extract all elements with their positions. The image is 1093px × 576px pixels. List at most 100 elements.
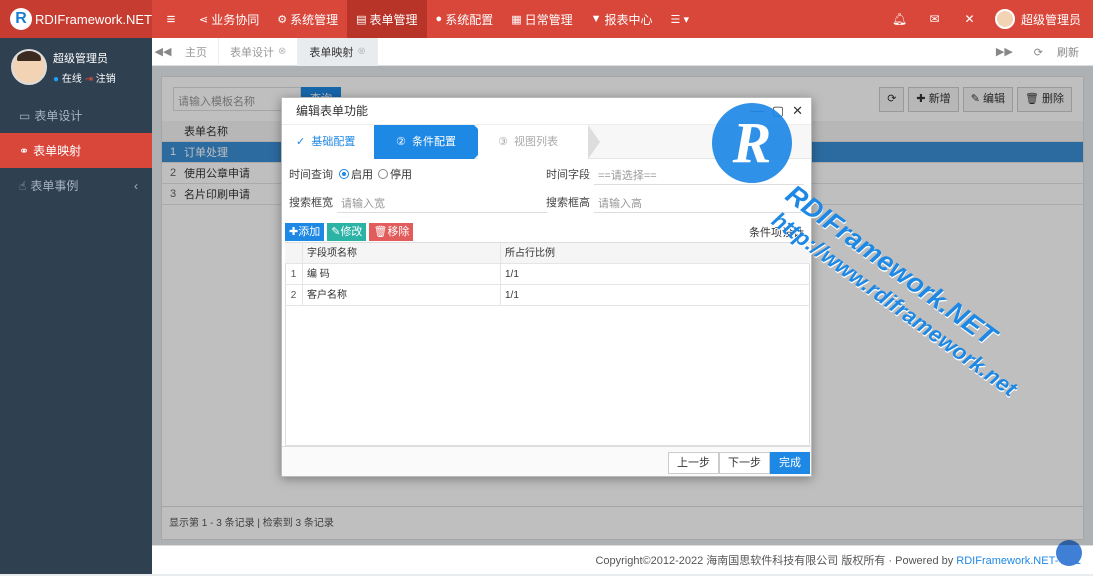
nav-item-more[interactable]: ☰ ▾ bbox=[662, 0, 701, 38]
user-menu[interactable]: 超级管理员 bbox=[987, 9, 1093, 29]
search-height-label: 搜索框高 bbox=[546, 197, 590, 209]
avatar bbox=[994, 9, 1015, 29]
refresh-button[interactable]: ⟳ 刷新 bbox=[1020, 44, 1093, 60]
form-icon: ▤ bbox=[356, 13, 367, 26]
filter-icon: ▼ bbox=[590, 13, 602, 25]
expand-icon[interactable]: ✕ bbox=[952, 12, 987, 26]
search-width-label: 搜索框宽 bbox=[289, 197, 333, 209]
condition-design-label: 条件项设计 bbox=[749, 226, 804, 239]
grid-header: 字段项名称 所占行比例 bbox=[285, 242, 810, 264]
field-name: 编 码 bbox=[303, 263, 501, 285]
sidebar-item-label: 表单事例 bbox=[30, 179, 79, 193]
tab-home[interactable]: 主页 bbox=[174, 37, 219, 66]
online-dot-icon: ● bbox=[53, 73, 60, 85]
next-button[interactable]: 下一步 bbox=[719, 452, 770, 474]
app-name: RDIFramework.NET bbox=[34, 11, 152, 27]
sidebar-item-form-design[interactable]: ▭ 表单设计 bbox=[0, 98, 152, 133]
close-icon[interactable]: ⊗ bbox=[278, 46, 286, 57]
tab-form-design[interactable]: 表单设计 ⊗ bbox=[219, 37, 299, 66]
search-height-row: 搜索框高 请输入高 bbox=[546, 191, 804, 213]
envelope-icon[interactable]: ✉ bbox=[917, 12, 952, 26]
condition-toolbar: ✚添加 ✎修改 🗑︎移除 条件项设计 bbox=[285, 221, 810, 243]
remove-condition-button[interactable]: 🗑︎移除 bbox=[369, 222, 414, 241]
tab-form-mapping[interactable]: 表单映射 ⊗ bbox=[298, 37, 378, 66]
check-circle-icon: ✓ bbox=[296, 136, 306, 148]
dialog-footer: 上一步 下一步 完成 bbox=[282, 446, 811, 476]
nav-item-label: 报表中心 bbox=[604, 12, 653, 27]
refresh-icon: ⟳ bbox=[1033, 46, 1043, 59]
top-right-tools: 🔔︎ ✉ ✕ 超级管理员 bbox=[882, 0, 1093, 38]
table-row[interactable]: 2 客户名称 1/1 bbox=[285, 284, 810, 306]
step-view-list[interactable]: ③ 视图列表 bbox=[478, 125, 600, 159]
nav-item-system[interactable]: ⚙ 系统管理 bbox=[268, 0, 347, 38]
search-width-input[interactable]: 请输入宽 bbox=[337, 191, 547, 213]
row-ratio: 1/1 bbox=[505, 268, 519, 280]
logout-link[interactable]: 注销 bbox=[96, 74, 116, 85]
step-label: 条件配置 bbox=[412, 136, 456, 148]
enable-label: 启用 bbox=[351, 169, 373, 181]
calendar-icon: ▦ bbox=[511, 13, 522, 26]
tab-label: 表单映射 bbox=[309, 46, 354, 59]
disable-radio[interactable] bbox=[378, 169, 388, 179]
app-logo[interactable]: R RDIFramework.NET bbox=[0, 0, 152, 38]
tab-label: 主页 bbox=[185, 46, 207, 59]
profile-name: 超级管理员 bbox=[53, 52, 108, 65]
nav-item-forms[interactable]: ▤ 表单管理 bbox=[347, 0, 427, 38]
sidebar-item-form-mapping[interactable]: ⚭ 表单映射 bbox=[0, 133, 152, 168]
prev-button[interactable]: 上一步 bbox=[668, 452, 719, 474]
time-field-label: 时间字段 bbox=[546, 169, 590, 181]
form-icon: ▭ bbox=[19, 108, 31, 123]
thumbs-up-icon: ☝ bbox=[19, 178, 27, 193]
copyright-text: Copyright©2012-2022 海南国思软件科技有限公司 版权所有 · … bbox=[595, 555, 957, 567]
minimize-icon[interactable]: — bbox=[751, 103, 764, 119]
add-condition-button[interactable]: ✚添加 bbox=[285, 222, 325, 241]
time-field-select[interactable]: ==请选择== bbox=[594, 163, 804, 185]
dot-icon: ● bbox=[435, 13, 443, 25]
edit-form-dialog: 编辑表单功能 — ▢ ✕ ✓ 基础配置 ② 条件配置 ③ 视图列表 时间查询 启… bbox=[281, 97, 812, 477]
enable-radio[interactable] bbox=[339, 169, 349, 179]
nav-item-daily[interactable]: ▦ 日常管理 bbox=[502, 0, 581, 38]
step-label: 视图列表 bbox=[514, 136, 558, 148]
row-number: 1 bbox=[285, 263, 303, 285]
bell-icon[interactable]: 🔔︎ bbox=[882, 12, 917, 26]
condition-grid: 字段项名称 所占行比例 1编 码 1/1 2 客户名称 1/1 bbox=[285, 242, 810, 306]
nav-item-label: 业务协同 bbox=[211, 12, 260, 27]
tabs-right-tools: ▶▶ ⟳ 刷新 bbox=[989, 44, 1093, 60]
menu-toggle-icon[interactable]: ≡ bbox=[152, 11, 190, 28]
nav-item-business[interactable]: ⋖ 业务协同 bbox=[190, 0, 268, 38]
logout-icon[interactable]: ⇥ bbox=[85, 74, 93, 85]
row-number: 2 bbox=[285, 284, 303, 306]
remove-label: 移除 bbox=[387, 225, 410, 238]
row-ratio: 1/1 bbox=[505, 289, 519, 301]
sidebar-item-label: 表单设计 bbox=[34, 109, 83, 123]
search-height-input[interactable]: 请输入高 bbox=[594, 191, 804, 213]
sidebar-item-label: 表单映射 bbox=[33, 144, 82, 158]
table-row[interactable]: 1编 码 1/1 bbox=[285, 263, 810, 285]
step-basic[interactable]: ✓ 基础配置 bbox=[282, 125, 374, 159]
top-nav: ⋖ 业务协同 ⚙ 系统管理 ▤ 表单管理 ● 系统配置 ▦ 日常管理 ▼ 报表中心 ☰ ▾ bbox=[190, 0, 701, 38]
time-query-label: 时间查询 bbox=[289, 169, 333, 181]
maximize-icon[interactable]: ▢ bbox=[772, 103, 784, 119]
edit-condition-button[interactable]: ✎修改 bbox=[327, 222, 367, 241]
column-header: 字段项名称 bbox=[303, 242, 501, 264]
tabs-next-icon[interactable]: ▶▶ bbox=[989, 45, 1020, 58]
nav-item-reports[interactable]: ▼ 报表中心 bbox=[582, 0, 662, 38]
finish-button[interactable]: 完成 bbox=[770, 452, 810, 474]
list-icon: ☰ ▾ bbox=[670, 13, 689, 26]
edit-label: 修改 bbox=[340, 225, 363, 238]
nav-item-config[interactable]: ● 系统配置 bbox=[427, 0, 503, 38]
step-label: 基础配置 bbox=[311, 136, 356, 148]
close-icon[interactable]: ✕ bbox=[792, 103, 803, 119]
step-number-icon: ③ bbox=[498, 136, 508, 148]
tabs-prev-icon[interactable]: ◀◀ bbox=[152, 45, 174, 58]
refresh-label: 刷新 bbox=[1057, 46, 1079, 59]
close-icon[interactable]: ⊗ bbox=[357, 46, 365, 57]
profile: 超级管理员 ● 在线 ⇥ 注销 bbox=[0, 38, 152, 96]
sidebar-item-form-examples[interactable]: ☝ 表单事例 ‹ bbox=[0, 168, 152, 203]
step-conditions[interactable]: ② 条件配置 bbox=[374, 125, 491, 159]
field-name: 客户名称 bbox=[303, 284, 501, 306]
avatar bbox=[11, 49, 47, 85]
share-icon: ⋖ bbox=[199, 13, 209, 26]
time-query-row: 时间查询 启用 停用 bbox=[289, 163, 412, 185]
user-name: 超级管理员 bbox=[1020, 12, 1081, 27]
